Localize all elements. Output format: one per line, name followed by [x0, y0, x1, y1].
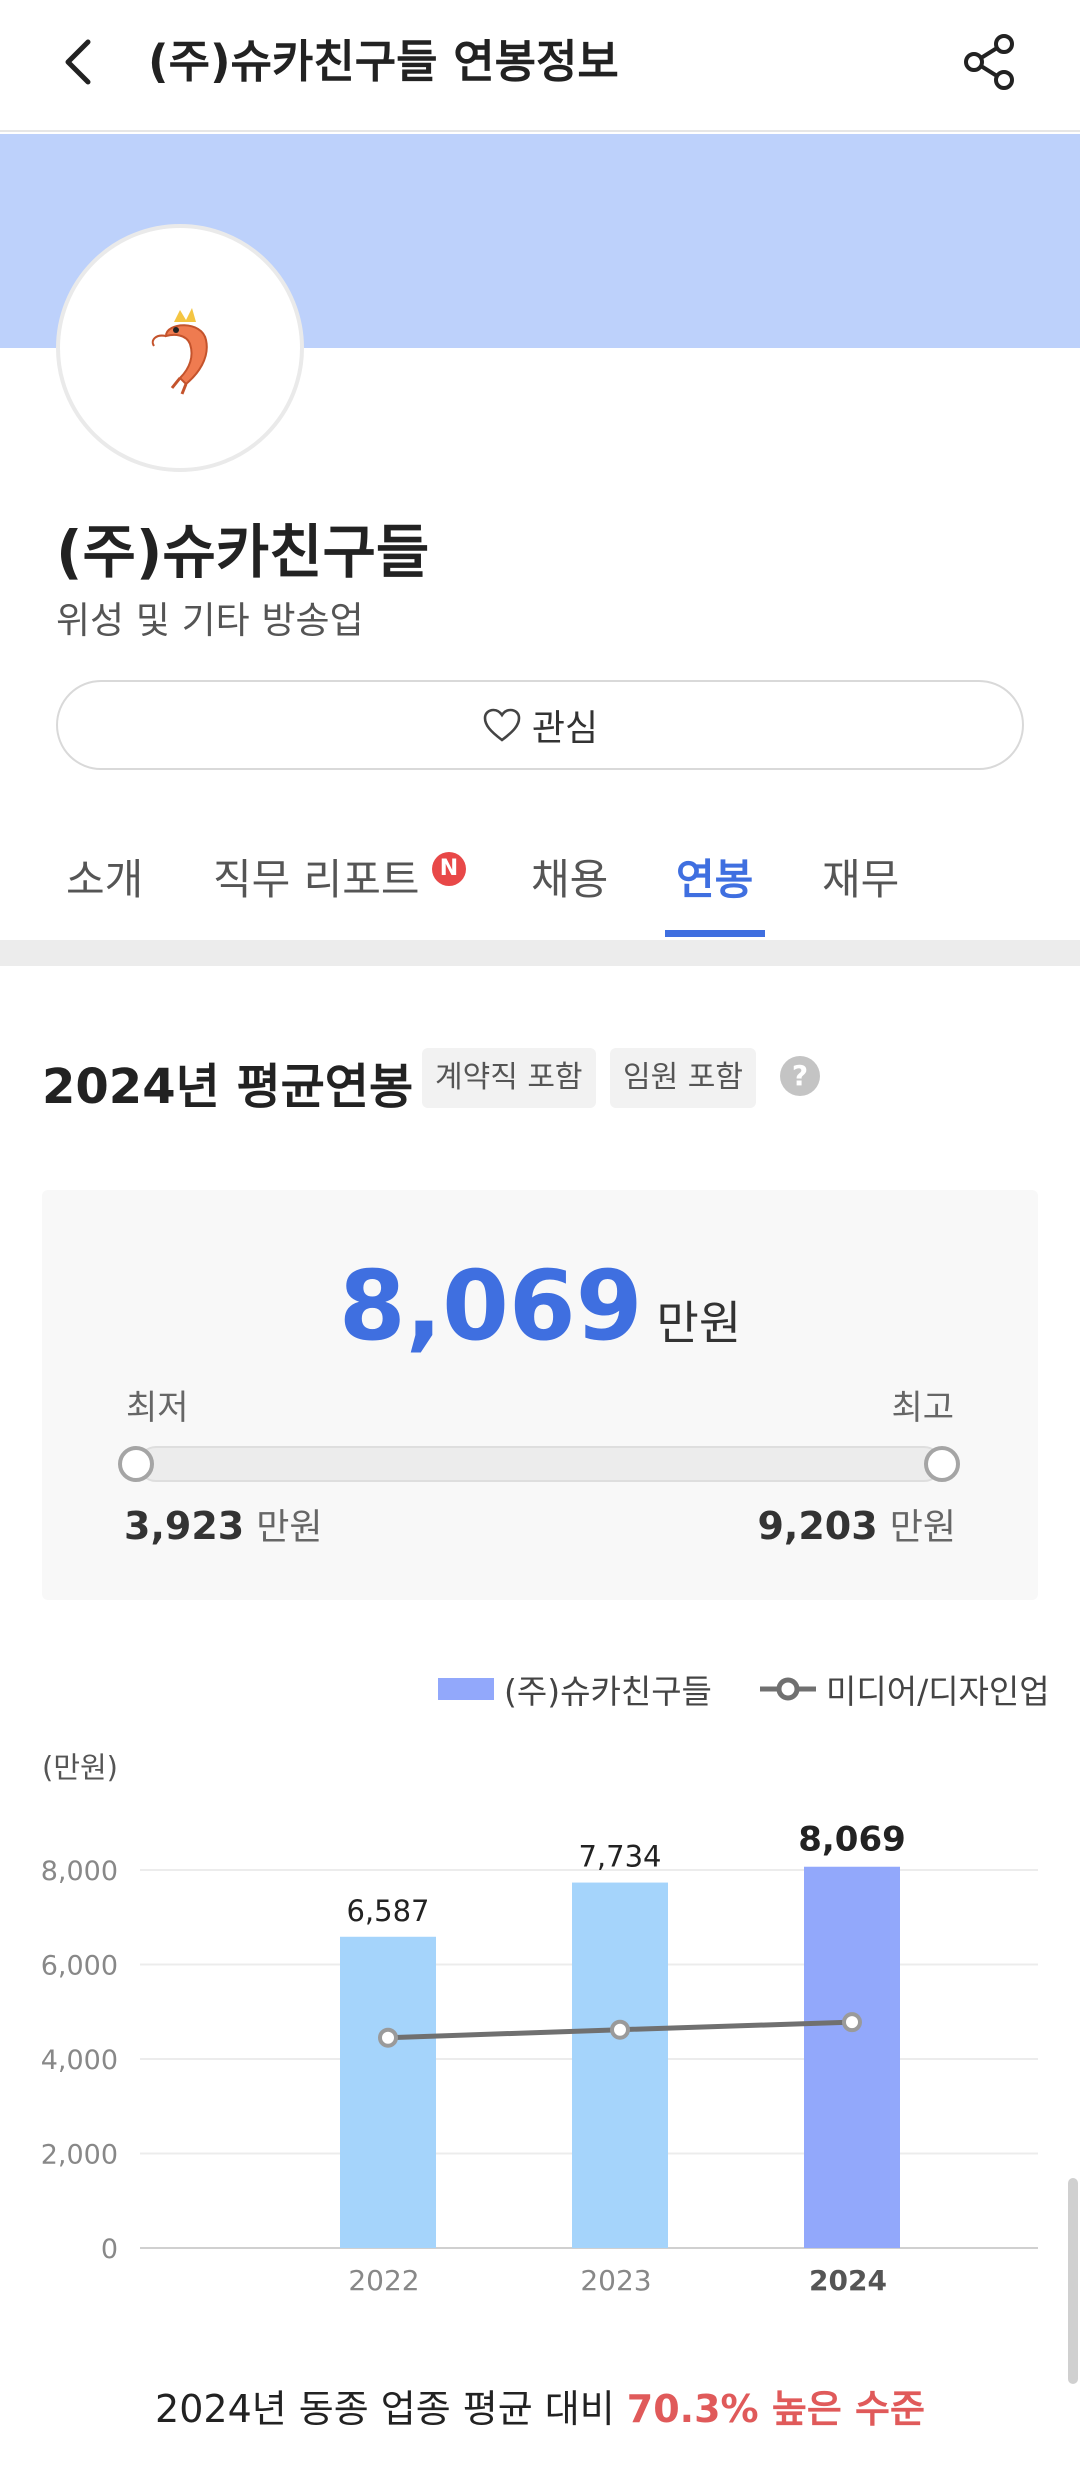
average-salary-value: 8,069 [338, 1250, 643, 1362]
company-name: (주)슈카친구들 [56, 518, 430, 586]
tab-finance[interactable]: 재무 [822, 850, 899, 910]
industry-point [610, 2019, 630, 2040]
shrimp-logo-icon [151, 308, 208, 395]
average-salary-unit: 만원 [656, 1296, 742, 1350]
page-title: (주)슈카친구들 연봉정보 [148, 35, 619, 88]
salary-summary-card: 8,069 만원 최저 최고 3,923 만원 9,203 만원 [42, 1190, 1038, 1600]
max-label: 최고 [891, 1388, 954, 1428]
section-divider [0, 940, 1080, 966]
legend-industry: 미디어/디자인업 [758, 1664, 1050, 1714]
y-tick-label: 8,000 [41, 1856, 118, 1887]
range-max-knob [924, 1446, 960, 1482]
company-logo [56, 224, 304, 472]
bar [340, 1936, 436, 2248]
tab-job-report[interactable]: 직무 리포트 [213, 850, 420, 910]
y-tick-label: 2,000 [41, 2140, 118, 2171]
salary-bar-chart: (만원) 8,000 6,000 4,000 2,000 0 6,587 2022 7,734 2… [41, 1751, 1038, 2297]
tab-recruit[interactable]: 채용 [531, 850, 608, 910]
help-icon[interactable]: ? [780, 1056, 820, 1096]
chip-executive-included: 임원 포함 [610, 1048, 756, 1108]
industry-point [378, 2027, 398, 2048]
app-bar: (주)슈카친구들 연봉정보 [0, 0, 1080, 132]
industry-comparison: 2024년 동종 업종 평균 대비 70.3% 높은 수준 [0, 2378, 1080, 2433]
legend-line-icon [760, 1677, 816, 1701]
range-min-knob [118, 1446, 154, 1482]
legend-industry-label: 미디어/디자인업 [826, 1672, 1050, 1711]
bar-value-label: 8,069 [798, 1820, 906, 1860]
average-salary: 8,069 만원 [42, 1250, 1038, 1362]
chip-contract-included: 계약직 포함 [422, 1048, 596, 1108]
tab-salary[interactable]: 연봉 [676, 850, 753, 910]
y-unit-label: (만원) [42, 1751, 118, 1785]
company-tabs: 소개 직무 리포트 N 채용 연봉 재무 [0, 830, 1080, 940]
company-industry: 위성 및 기타 방송업 [56, 599, 364, 642]
bar [572, 1882, 668, 2248]
new-badge: N [432, 852, 466, 886]
comparison-prefix: 2024년 동종 업종 평균 대비 [155, 2387, 627, 2431]
x-tick-label: 2024 [809, 2264, 887, 2297]
tab-intro[interactable]: 소개 [66, 850, 143, 910]
bar-value-label: 7,734 [578, 1840, 661, 1874]
share-icon[interactable] [958, 30, 1022, 94]
scrollbar[interactable] [1068, 2178, 1078, 2384]
x-tick-label: 2023 [580, 2264, 651, 2297]
active-tab-indicator [665, 930, 765, 937]
heart-icon [483, 708, 521, 742]
legend-company: (주)슈카친구들 [438, 1664, 712, 1714]
salary-section-title: 2024년 평균연봉 [42, 1059, 414, 1115]
min-label: 최저 [126, 1388, 189, 1428]
max-salary-value: 9,203 [757, 1504, 878, 1548]
industry-point [842, 2012, 862, 2033]
min-salary: 3,923 만원 [124, 1498, 323, 1550]
y-tick-label: 0 [101, 2234, 118, 2265]
legend-company-label: (주)슈카친구들 [504, 1672, 712, 1711]
x-tick-label: 2022 [348, 2264, 419, 2297]
min-salary-value: 3,923 [124, 1504, 245, 1548]
max-salary-unit: 만원 [889, 1507, 956, 1548]
comparison-highlight: 70.3% 높은 수준 [626, 2387, 925, 2431]
y-tick-label: 4,000 [41, 2045, 118, 2076]
interest-button[interactable]: 관심 [56, 680, 1024, 770]
salary-range-track [138, 1446, 942, 1482]
interest-label: 관심 [531, 708, 599, 749]
salary-chart: (만원) 8,000 6,000 4,000 2,000 0 6,587 2022 7,734 2… [0, 1740, 1080, 2300]
bar-value-label: 6,587 [346, 1894, 429, 1928]
legend-bar-swatch [438, 1678, 494, 1700]
bar [804, 1866, 900, 2248]
max-salary: 9,203 만원 [757, 1498, 956, 1550]
y-tick-label: 6,000 [41, 1951, 118, 1982]
min-salary-unit: 만원 [256, 1507, 323, 1548]
back-arrow-icon[interactable] [50, 30, 110, 94]
